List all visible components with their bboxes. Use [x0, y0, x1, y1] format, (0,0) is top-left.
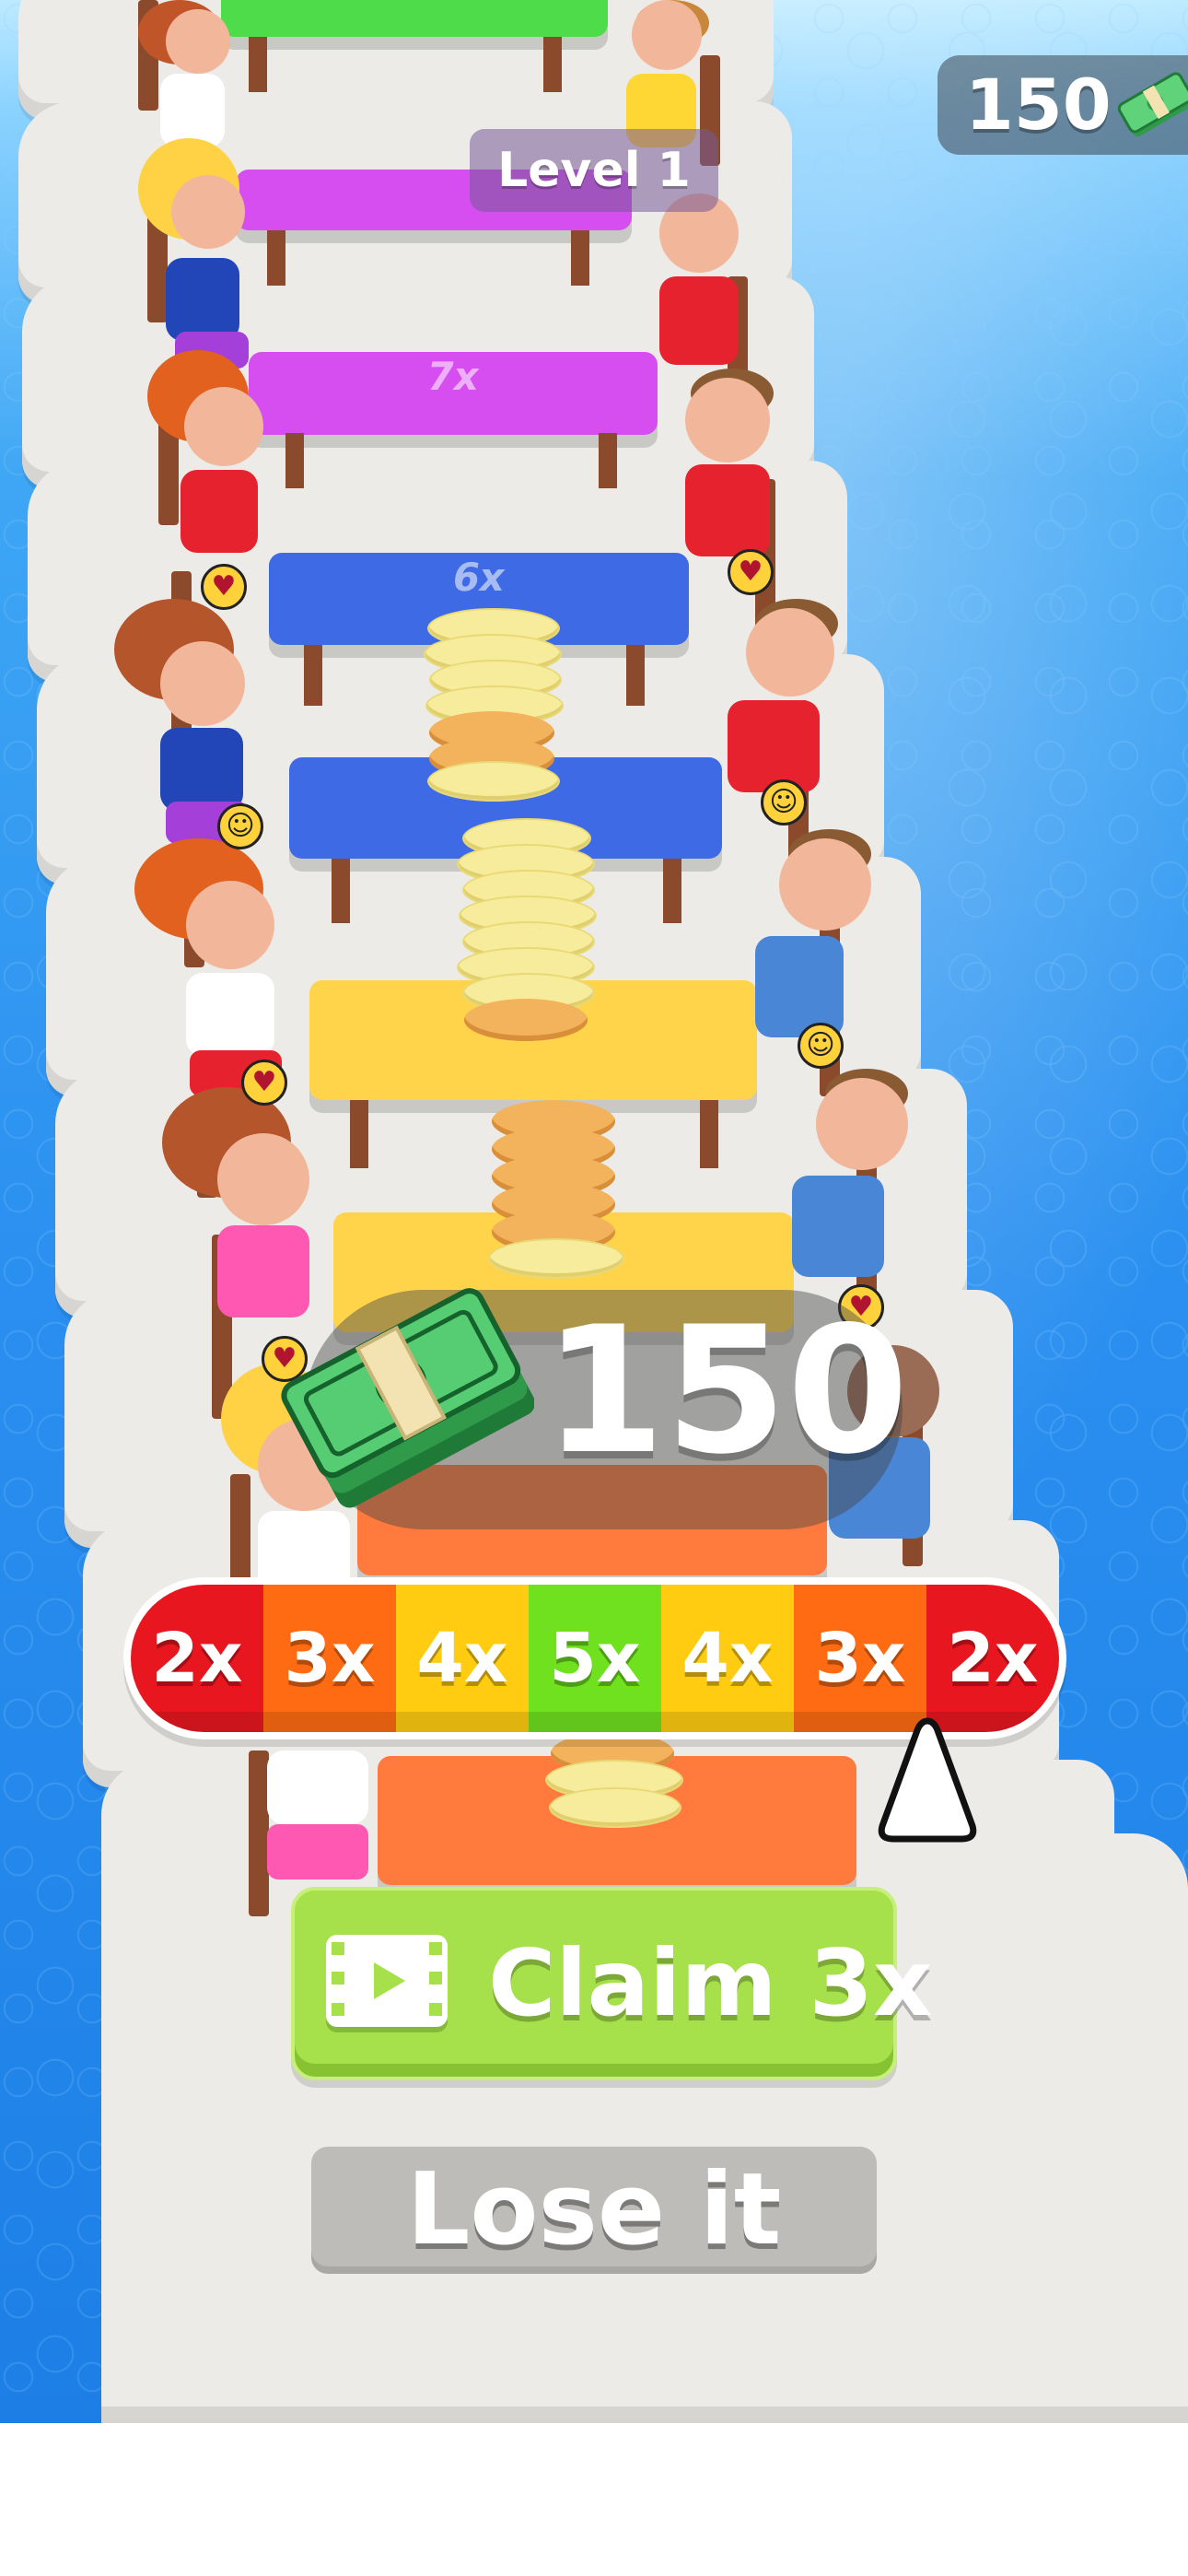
- table-leg: [571, 230, 589, 286]
- table-0: [221, 0, 608, 37]
- table-leg: [543, 37, 562, 92]
- multiplier-segment-2x: 2x: [131, 1585, 263, 1732]
- diner-right: [623, 193, 761, 396]
- multiplier-segment-5x: 5x: [529, 1585, 661, 1732]
- heart-eyes-emoji-icon: ♥: [241, 1060, 287, 1106]
- video-ad-icon: [326, 1935, 448, 2032]
- table-multiplier: 6x: [448, 555, 509, 600]
- level-label: Level 1: [497, 143, 691, 198]
- diner-left: [249, 1732, 396, 1898]
- coin-counter: 150: [938, 55, 1188, 155]
- grin-emoji-icon: ☺: [761, 779, 807, 825]
- table-leg: [332, 859, 350, 923]
- reward-amount: 150: [543, 1289, 909, 1493]
- heart-eyes-emoji-icon: ♥: [728, 549, 774, 595]
- table-leg: [663, 859, 681, 923]
- banana-stack: [457, 818, 597, 1048]
- table-leg: [700, 1100, 718, 1168]
- banana-stack: [424, 608, 564, 802]
- table-2: 7x: [249, 352, 658, 435]
- grin-emoji-icon: ☺: [217, 803, 263, 849]
- table-leg: [626, 645, 645, 706]
- lose-it-button[interactable]: Lose it: [311, 2147, 877, 2274]
- multiplier-segment-3x: 3x: [263, 1585, 396, 1732]
- table-multiplier: 7x: [423, 354, 483, 399]
- cash-stack-icon: [1117, 72, 1188, 137]
- coin-count: 150: [965, 64, 1112, 146]
- triangle-pointer-icon: [878, 1717, 977, 1843]
- banana-stack: [543, 1732, 683, 1852]
- diner-left: [138, 138, 276, 378]
- grin-emoji-icon: ☺: [798, 1023, 844, 1069]
- multiplier-segment-3x: 3x: [794, 1585, 926, 1732]
- diner-right: [645, 369, 792, 590]
- multiplier-segment-4x: 4x: [396, 1585, 529, 1732]
- table-leg: [599, 433, 617, 488]
- multiplier-segment-2x: 2x: [926, 1585, 1059, 1732]
- diner-right: [764, 1069, 930, 1308]
- diner-left: [147, 350, 295, 590]
- pancake-stack: [484, 1100, 624, 1284]
- lose-button-label: Lose it: [406, 2152, 782, 2267]
- table-leg: [350, 1100, 368, 1168]
- multiplier-segment-4x: 4x: [661, 1585, 794, 1732]
- claim-button-label: Claim 3x: [488, 1929, 933, 2037]
- diner-left: [134, 838, 309, 1106]
- claim-3x-button[interactable]: Claim 3x: [291, 1887, 933, 2080]
- table-leg: [304, 645, 322, 706]
- level-indicator: Level 1: [470, 129, 718, 212]
- cash-stack-icon: [281, 1288, 534, 1508]
- heart-eyes-emoji-icon: ♥: [201, 564, 247, 610]
